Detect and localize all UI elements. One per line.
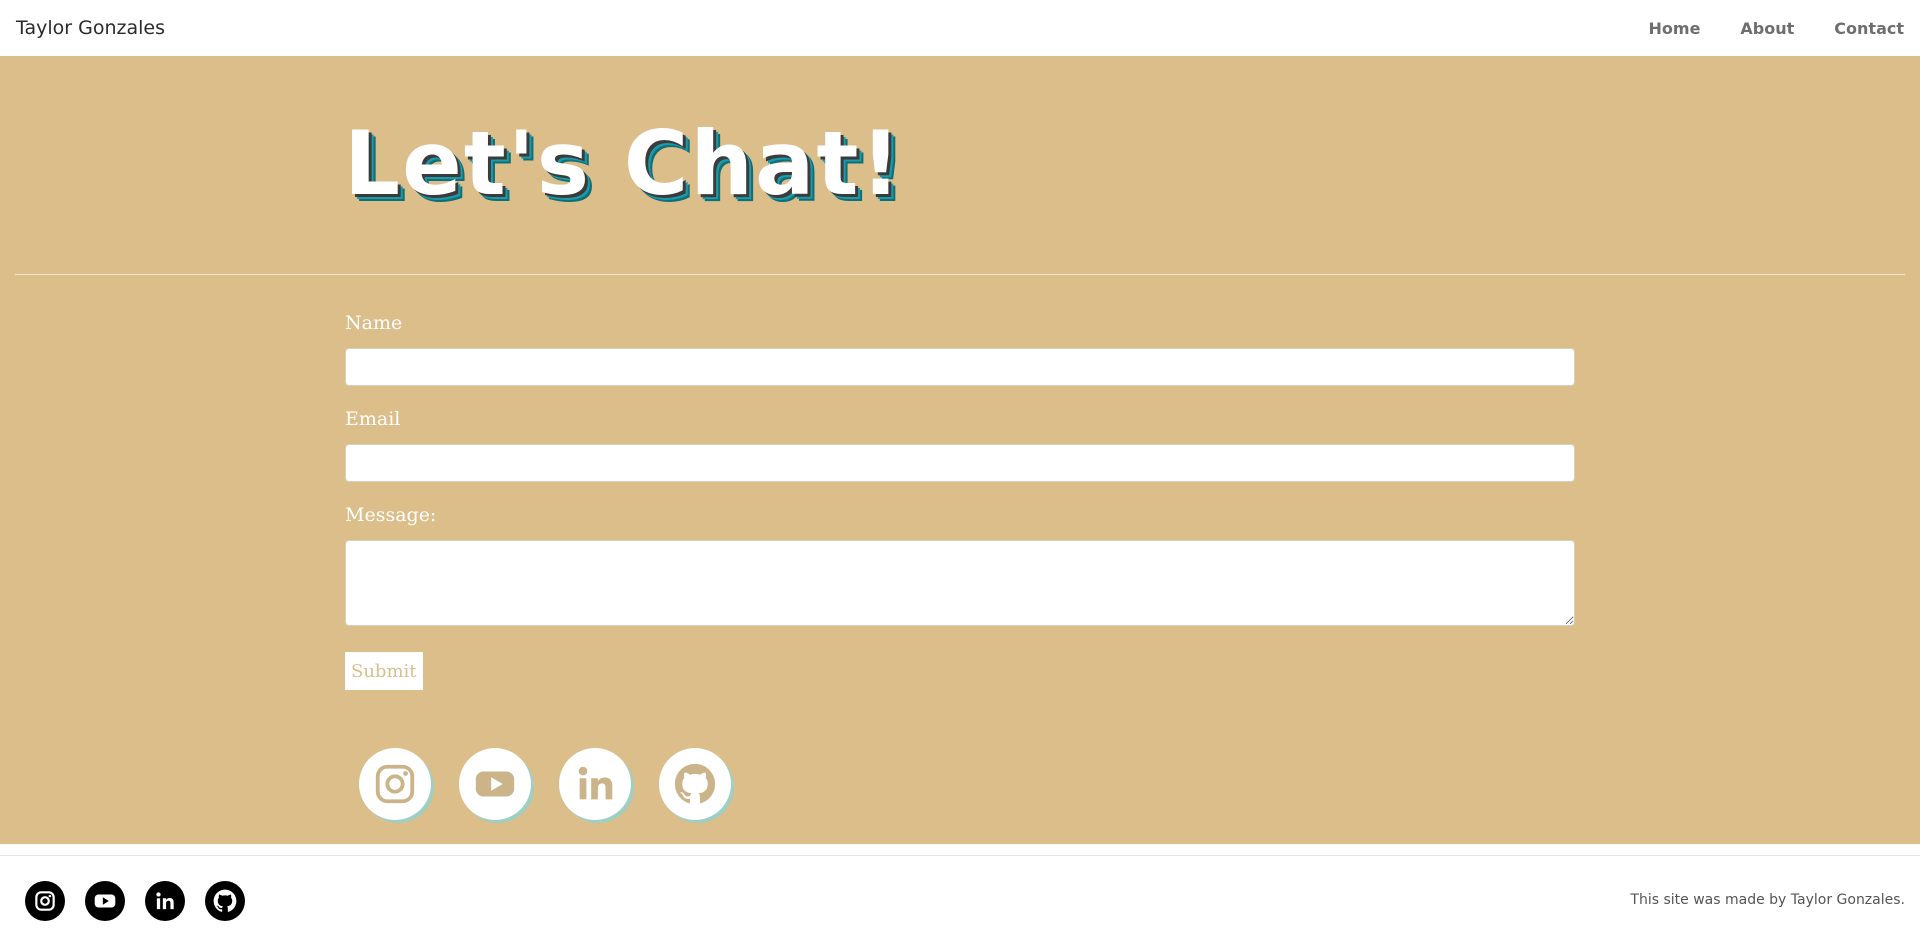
- linkedin-icon: [156, 892, 174, 910]
- footer-linkedin-link[interactable]: [145, 881, 185, 921]
- nav-link-contact[interactable]: Contact: [1834, 19, 1904, 38]
- top-navbar: Taylor Gonzales Home About Contact: [0, 0, 1920, 56]
- nav-link-home[interactable]: Home: [1649, 19, 1701, 38]
- name-input[interactable]: [345, 348, 1575, 386]
- email-input[interactable]: [345, 444, 1575, 482]
- youtube-icon: [94, 894, 116, 908]
- nav-links: Home About Contact: [1609, 19, 1904, 38]
- footer-social-links: [25, 881, 245, 921]
- page-heading: Let's Chat!: [344, 112, 903, 215]
- github-icon: [213, 889, 237, 912]
- message-textarea[interactable]: [345, 540, 1575, 626]
- footer-github-link[interactable]: [205, 881, 245, 921]
- nav-link-about[interactable]: About: [1740, 19, 1794, 38]
- linkedin-icon: [578, 766, 613, 800]
- github-icon: [674, 763, 716, 804]
- section-divider: [15, 274, 1905, 275]
- footer-divider: [0, 855, 1920, 856]
- instagram-icon: [375, 764, 415, 804]
- youtube-link[interactable]: [459, 748, 531, 820]
- social-links-large: [359, 748, 731, 820]
- contact-section: Let's Chat! Name Email Message: Submit: [0, 56, 1920, 844]
- brand-link[interactable]: Taylor Gonzales: [16, 17, 165, 39]
- footer-instagram-link[interactable]: [25, 881, 65, 921]
- message-label: Message:: [345, 504, 437, 526]
- youtube-icon: [475, 771, 515, 797]
- instagram-icon: [35, 891, 55, 911]
- github-link[interactable]: [659, 748, 731, 820]
- email-label: Email: [345, 408, 401, 430]
- instagram-link[interactable]: [359, 748, 431, 820]
- footer-youtube-link[interactable]: [85, 881, 125, 921]
- name-label: Name: [345, 312, 403, 334]
- footer-credit: This site was made by Taylor Gonzales.: [1630, 892, 1905, 908]
- submit-button[interactable]: Submit: [345, 652, 423, 690]
- linkedin-link[interactable]: [559, 748, 631, 820]
- contact-form: Name Email Message: Submit: [345, 312, 1575, 690]
